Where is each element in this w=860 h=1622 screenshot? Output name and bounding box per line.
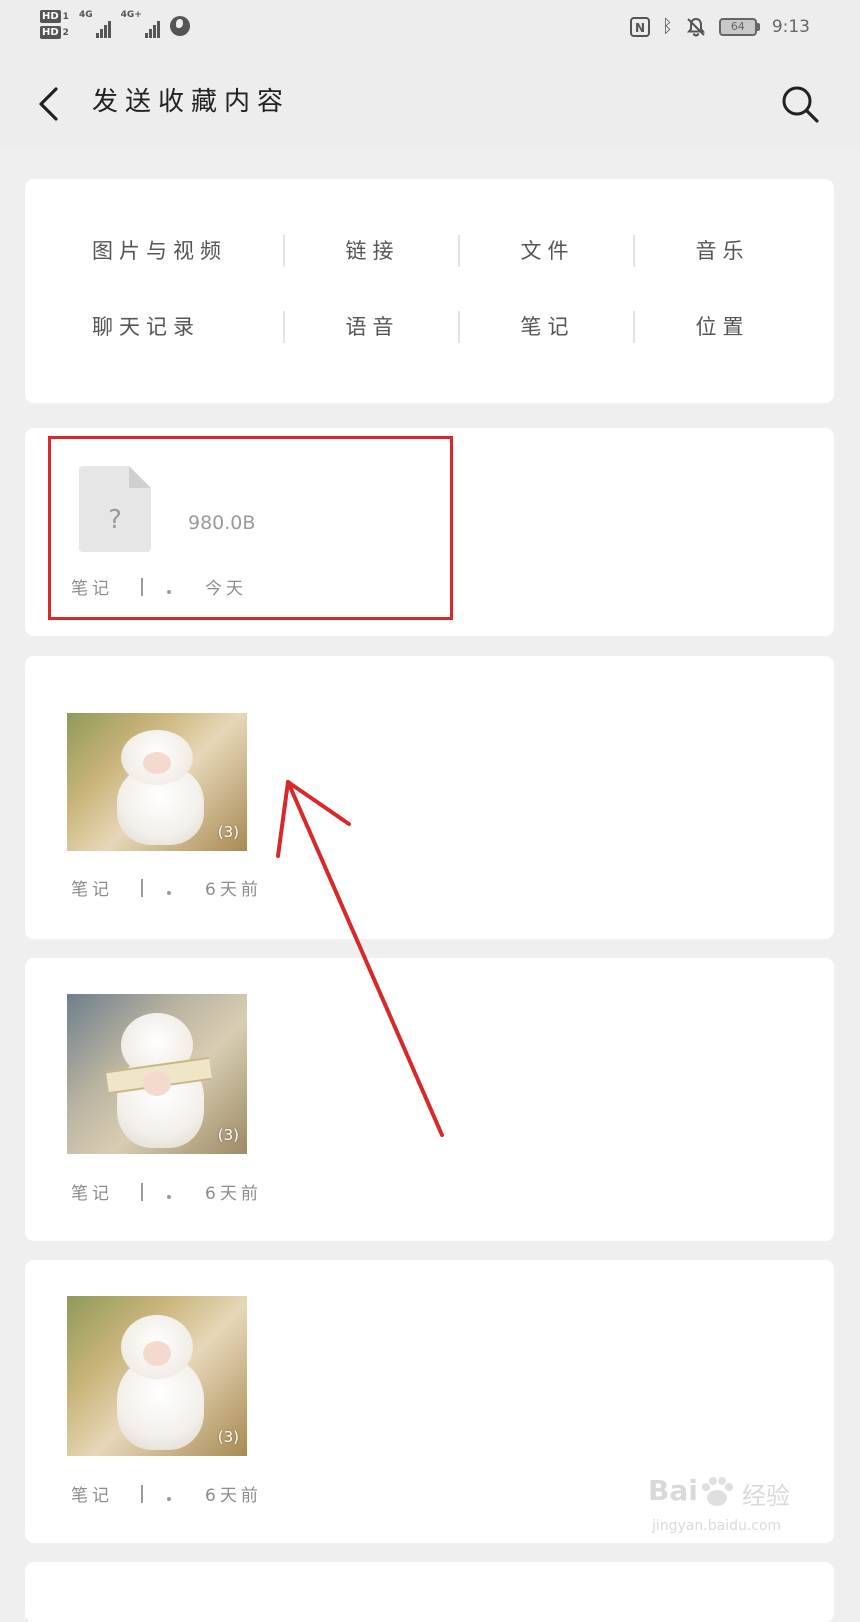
page-title: 发送收藏内容 xyxy=(92,87,291,117)
category-card: 图片与视频 链接 文件 音乐 聊天记录 语音 笔记 位置 xyxy=(25,179,834,403)
signal-bar xyxy=(103,25,107,38)
category-location[interactable]: 位置 xyxy=(635,311,810,343)
watermark-brand: Bai xyxy=(648,1474,698,1507)
item-type: 笔记 xyxy=(71,579,113,599)
signal-bar xyxy=(148,29,152,38)
item-meta: 笔记 6天前 xyxy=(71,1481,262,1506)
meta-dot xyxy=(167,1496,171,1501)
status-left: HD 1 HD 2 4G 4G+ xyxy=(40,10,190,39)
image-count: (3) xyxy=(217,823,239,841)
note-thumbnail: (3) xyxy=(67,994,247,1154)
meta-dot xyxy=(167,1194,171,1199)
category-row-1: 图片与视频 链接 文件 音乐 xyxy=(25,235,834,267)
baidu-jingyan-watermark: Bai 经验 jingyan.baidu.com xyxy=(648,1474,818,1544)
hd-badge: HD xyxy=(40,26,61,39)
signal-bar xyxy=(152,25,156,38)
item-type: 笔记 xyxy=(71,1184,113,1204)
nav-bar: 发送收藏内容 xyxy=(0,56,860,148)
signal-bar xyxy=(107,21,111,38)
meta-separator xyxy=(141,577,143,596)
back-arrow-icon[interactable] xyxy=(36,86,66,122)
category-voice[interactable]: 语音 xyxy=(285,311,460,343)
paw-icon xyxy=(702,1477,733,1506)
meta-separator xyxy=(141,1484,143,1503)
battery-level: 64 xyxy=(718,18,757,36)
item-time: 今天 xyxy=(205,579,247,599)
meta-separator xyxy=(141,878,143,897)
watermark-url: jingyan.baidu.com xyxy=(652,1518,782,1534)
unknown-file-icon: ? xyxy=(79,466,151,552)
watermark-suffix: 经验 xyxy=(742,1482,790,1510)
search-icon[interactable] xyxy=(780,84,820,124)
sim1-signal-icon: 4G xyxy=(79,10,111,38)
hd-sim-number: 2 xyxy=(62,27,69,38)
note-thumbnail: (3) xyxy=(67,1296,247,1456)
category-chat-history[interactable]: 聊天记录 xyxy=(25,311,285,343)
note-thumbnail: (3) xyxy=(67,713,247,851)
signal-bar xyxy=(95,33,99,38)
hd-badge: HD xyxy=(40,10,61,23)
sim2-network-type: 4G+ xyxy=(120,10,142,20)
item-time: 6天前 xyxy=(205,1486,262,1506)
clock: 9:13 xyxy=(771,17,810,37)
favorite-item-partial[interactable] xyxy=(25,1562,834,1622)
item-meta: 笔记 6天前 xyxy=(71,1179,262,1204)
meta-separator xyxy=(141,1182,143,1201)
hd-indicators: HD 1 HD 2 xyxy=(40,10,69,39)
globe-icon xyxy=(169,16,190,36)
signal-bar xyxy=(144,33,148,38)
category-row-2: 聊天记录 语音 笔记 位置 xyxy=(25,311,834,343)
meta-dot xyxy=(167,589,171,594)
image-count: (3) xyxy=(217,1428,239,1446)
item-type: 笔记 xyxy=(71,880,113,900)
item-meta: 笔记 6天前 xyxy=(71,875,262,900)
meta-dot xyxy=(167,890,171,895)
sim1-network-type: 4G xyxy=(78,10,93,20)
category-music[interactable]: 音乐 xyxy=(635,235,810,267)
category-photos-videos[interactable]: 图片与视频 xyxy=(25,235,285,267)
file-size: 980.0B xyxy=(188,512,256,534)
sim2-signal-icon: 4G+ xyxy=(121,10,160,38)
bluetooth-icon: ᛒ xyxy=(662,16,673,37)
status-bar: HD 1 HD 2 4G 4G+ N ᛒ 64 9:13 xyxy=(0,0,860,56)
category-notes[interactable]: 笔记 xyxy=(460,311,635,343)
category-links[interactable]: 链接 xyxy=(285,235,460,267)
item-meta: 笔记 今天 xyxy=(71,574,247,599)
nfc-icon: N xyxy=(630,17,650,37)
status-right: N ᛒ 64 9:13 xyxy=(630,16,810,38)
battery-tip xyxy=(756,23,760,31)
favorite-item-photo[interactable]: (3) 笔记 6天前 xyxy=(25,656,834,939)
signal-bar xyxy=(99,29,103,38)
hd-indicator-1: HD 1 xyxy=(40,10,69,23)
hd-sim-number: 1 xyxy=(62,11,69,22)
image-count: (3) xyxy=(217,1126,239,1144)
signal-bar xyxy=(156,21,160,38)
file-icon-glyph: ? xyxy=(108,505,122,535)
favorite-item-photo[interactable]: (3) 笔记 6天前 xyxy=(25,958,834,1241)
item-time: 6天前 xyxy=(205,880,262,900)
category-files[interactable]: 文件 xyxy=(460,235,635,267)
item-type: 笔记 xyxy=(71,1486,113,1506)
mute-bell-icon xyxy=(686,17,705,37)
battery-icon: 64 xyxy=(718,18,760,36)
favorite-item-file[interactable]: ? 980.0B 笔记 今天 xyxy=(25,428,834,636)
hd-indicator-2: HD 2 xyxy=(40,26,69,39)
item-time: 6天前 xyxy=(205,1184,262,1204)
